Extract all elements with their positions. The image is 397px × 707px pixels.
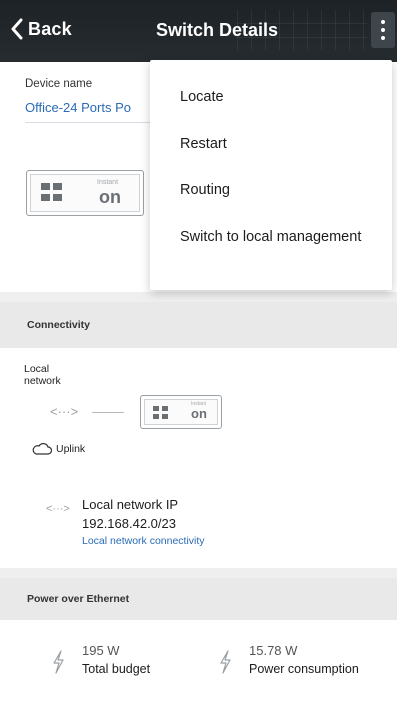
back-button[interactable]: Back: [10, 18, 72, 40]
link-arrows-icon-ip: <···>: [46, 503, 70, 515]
device-name-label: Device name: [25, 78, 93, 90]
power-plug-icon: [53, 650, 64, 674]
app-header: Back Switch Details: [0, 0, 397, 62]
local-ip-label: Local network IP: [82, 497, 179, 512]
total-budget-value: 195 W: [82, 643, 120, 658]
switch-device-icon: Instant on: [26, 170, 144, 216]
local-network-connectivity-link[interactable]: Local network connectivity: [82, 535, 205, 547]
device-name-field[interactable]: Office-24 Ports Po: [25, 100, 131, 115]
instant-label: Instant: [97, 179, 119, 186]
section-divider: [0, 292, 397, 302]
local-network-label: Local network: [24, 363, 61, 387]
local-ip-value: 192.168.42.0/23: [82, 516, 176, 531]
menu-item-switch-to-local-management[interactable]: Switch to local management: [180, 229, 361, 245]
connectivity-section-header: Connectivity: [0, 302, 397, 348]
on-label-small: on: [191, 406, 207, 421]
consumption-value: 15.78 W: [249, 643, 298, 658]
menu-item-restart[interactable]: Restart: [180, 136, 227, 152]
switch-device-icon-small: Instant on: [140, 395, 222, 429]
consumption-label: Power consumption: [249, 662, 359, 676]
poe-title: Power over Ethernet: [27, 593, 130, 605]
uplink-row: Uplink: [32, 443, 85, 455]
back-chevron-icon: [11, 18, 23, 40]
menu-item-routing[interactable]: Routing: [180, 182, 230, 198]
overflow-menu: Locate Restart Routing Switch to local m…: [150, 60, 392, 290]
section-divider: [0, 568, 397, 578]
page-title: Switch Details: [156, 20, 279, 40]
total-budget-label: Total budget: [82, 662, 151, 676]
power-plug-icon: [220, 650, 231, 674]
back-label: Back: [28, 18, 72, 39]
link-arrows-icon: <···>: [50, 404, 79, 419]
link-line: [92, 412, 124, 413]
connectivity-title: Connectivity: [27, 319, 91, 331]
more-vert-icon[interactable]: [371, 12, 395, 48]
uplink-label: Uplink: [56, 443, 86, 455]
menu-item-locate[interactable]: Locate: [180, 89, 224, 105]
on-label: on: [99, 187, 121, 207]
poe-section-header: Power over Ethernet: [0, 578, 397, 620]
cloud-icon: [32, 443, 52, 455]
